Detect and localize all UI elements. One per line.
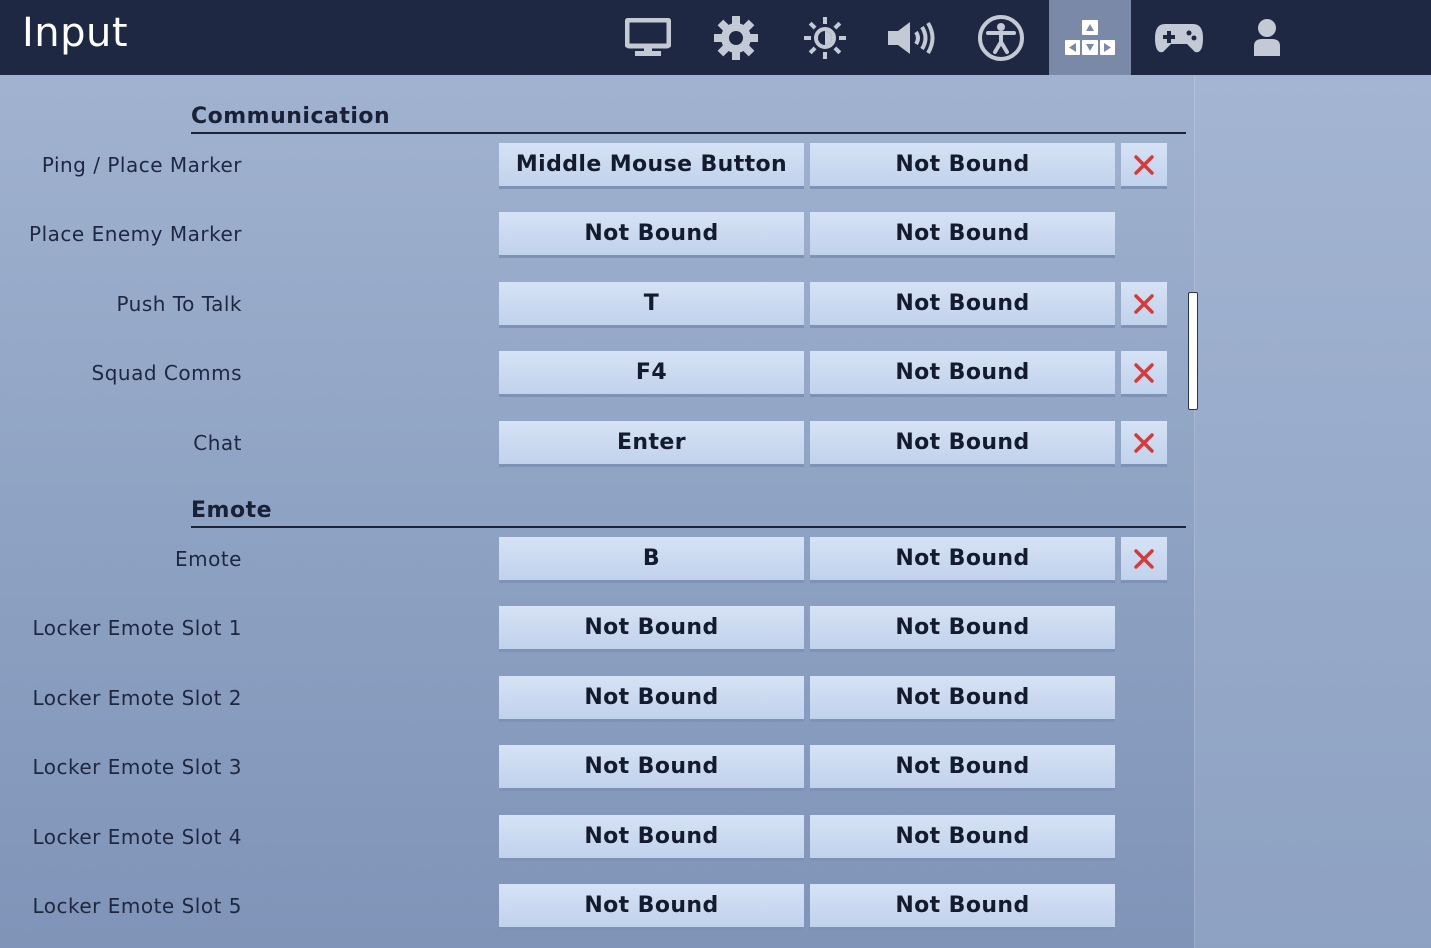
page-title: Input [22,10,129,56]
primary-binding-button[interactable]: Enter [499,421,804,467]
person-icon [1254,18,1280,56]
close-icon [1134,293,1154,314]
secondary-binding-button[interactable]: Not Bound [810,212,1115,258]
binding-label: Locker Emote Slot 1 [32,616,242,640]
binding-label: Emote [174,547,242,571]
clear-binding-button[interactable] [1121,143,1167,189]
primary-binding-button[interactable]: Not Bound [499,212,804,258]
tab-input[interactable] [1049,0,1131,75]
clear-binding-button[interactable] [1121,537,1167,583]
binding-label: Ping / Place Marker [41,153,242,177]
binding-row: Locker Emote Slot 1 Not Bound Not Bound [0,606,1190,656]
primary-binding-button[interactable]: Middle Mouse Button [499,143,804,189]
keyboard-keys-icon [1065,19,1115,55]
binding-label: Squad Comms [91,361,242,385]
primary-binding-button[interactable]: Not Bound [499,745,804,791]
primary-binding-button[interactable]: Not Bound [499,884,804,930]
close-icon [1134,548,1154,569]
clear-binding-button[interactable] [1121,421,1167,467]
close-icon [1134,432,1154,453]
tab-audio[interactable] [872,0,954,75]
secondary-binding-button[interactable]: Not Bound [810,143,1115,189]
section-header-communication: Communication [191,92,1186,134]
tab-game-settings[interactable] [695,0,777,75]
gamepad-icon [1155,23,1203,52]
secondary-binding-button[interactable]: Not Bound [810,537,1115,583]
binding-row: Push To Talk T Not Bound [0,282,1190,332]
binding-row: Chat Enter Not Bound [0,421,1190,471]
tab-display[interactable] [607,0,689,75]
monitor-icon [625,17,671,56]
primary-binding-button[interactable]: B [499,537,804,583]
clear-binding-button[interactable] [1121,282,1167,328]
binding-row: Emote B Not Bound [0,537,1190,587]
binding-label: Locker Emote Slot 5 [32,894,242,918]
close-icon [1134,154,1154,175]
binding-label: Push To Talk [116,292,242,316]
secondary-binding-button[interactable]: Not Bound [810,351,1115,397]
binding-label: Locker Emote Slot 2 [32,686,242,710]
section-title: Communication [191,104,391,129]
binding-label: Locker Emote Slot 3 [32,755,242,779]
binding-label: Chat [193,431,242,455]
binding-label: Place Enemy Marker [29,222,242,246]
binding-row: Place Enemy Marker Not Bound Not Bound [0,212,1190,262]
primary-binding-button[interactable]: Not Bound [499,676,804,722]
primary-binding-button[interactable]: T [499,282,804,328]
accessibility-icon [978,14,1024,61]
secondary-binding-button[interactable]: Not Bound [810,282,1115,328]
tab-account[interactable] [1226,0,1308,75]
secondary-binding-button[interactable]: Not Bound [810,884,1115,930]
gear-icon [714,15,758,60]
close-icon [1134,362,1154,383]
binding-row: Locker Emote Slot 2 Not Bound Not Bound [0,676,1190,726]
speaker-icon [888,21,935,54]
primary-binding-button[interactable]: F4 [499,351,804,397]
primary-binding-button[interactable]: Not Bound [499,606,804,652]
secondary-binding-button[interactable]: Not Bound [810,815,1115,861]
tab-accessibility[interactable] [960,0,1042,75]
binding-row: Locker Emote Slot 3 Not Bound Not Bound [0,745,1190,795]
brightness-icon [804,16,846,59]
secondary-binding-button[interactable]: Not Bound [810,745,1115,791]
secondary-binding-button[interactable]: Not Bound [810,606,1115,652]
binding-label: Locker Emote Slot 4 [32,825,242,849]
section-title: Emote [191,498,273,523]
tab-controller[interactable] [1138,0,1220,75]
secondary-binding-button[interactable]: Not Bound [810,676,1115,722]
secondary-binding-button[interactable]: Not Bound [810,421,1115,467]
scrollbar-thumb[interactable] [1188,292,1198,410]
binding-row: Ping / Place Marker Middle Mouse Button … [0,143,1190,193]
binding-row: Locker Emote Slot 4 Not Bound Not Bound [0,815,1190,865]
top-bar: Input [0,0,1431,75]
primary-binding-button[interactable]: Not Bound [499,815,804,861]
binding-row: Squad Comms F4 Not Bound [0,351,1190,401]
tab-brightness[interactable] [784,0,866,75]
side-panel [1194,75,1431,948]
clear-binding-button[interactable] [1121,351,1167,397]
binding-row: Locker Emote Slot 5 Not Bound Not Bound [0,884,1190,934]
section-header-emote: Emote [191,486,1186,528]
